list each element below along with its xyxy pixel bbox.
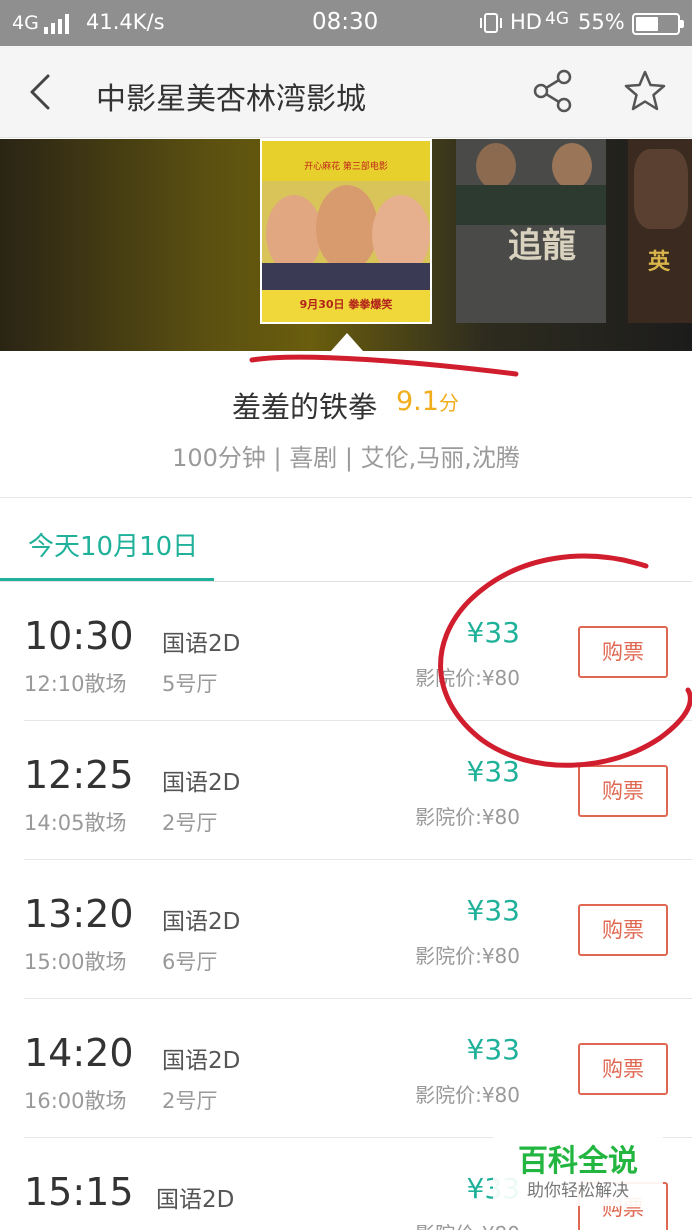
poster-carousel[interactable]: 开心麻花 第三部电影 9月30日 拳拳爆笑 追龍 英 [0, 139, 692, 351]
end-time: 16:00散场 [24, 1089, 127, 1113]
battery-percent: 55% [578, 10, 625, 34]
poster-suits [456, 185, 606, 225]
cinema-price: 影院价:¥80 [415, 944, 520, 968]
page-title: 中影星美杏林湾影城 [96, 82, 366, 117]
poster-face [476, 143, 516, 189]
price: ¥33 [466, 894, 520, 927]
language-format: 国语2D [162, 1048, 241, 1074]
hall: 5号厅 [162, 672, 218, 696]
chevron-left-icon[interactable] [22, 70, 62, 114]
hall: 6号厅 [162, 950, 218, 974]
poster-top-text: 开心麻花 第三部电影 [304, 162, 388, 172]
language-format: 国语2D [162, 770, 241, 796]
hall: 2号厅 [162, 811, 218, 835]
end-time: 12:10散场 [24, 672, 127, 696]
hall: 2号厅 [162, 1089, 218, 1113]
status-bar: 4G 41.4K/s 08:30 HD 4G 55% [0, 0, 692, 46]
poster-face [634, 149, 688, 229]
poster-bottom-text: 9月30日 拳拳爆笑 [299, 298, 393, 311]
score-unit: 分 [438, 391, 459, 415]
language-format: 国语2D [162, 631, 241, 657]
poster-2[interactable]: 追龍 [456, 139, 606, 323]
buy-ticket-button[interactable]: 购票 [578, 765, 668, 817]
tab-label: 今天10月10日 [28, 532, 199, 562]
start-time: 14:20 [24, 1031, 134, 1075]
cinema-price: 影院价:¥80 [415, 666, 520, 690]
selected-pointer [331, 333, 363, 351]
network-speed: 41.4K/s [86, 10, 165, 34]
buy-ticket-button[interactable]: 购票 [578, 626, 668, 678]
end-time: 14:05散场 [24, 811, 127, 835]
language-format: 国语2D [156, 1187, 235, 1213]
network-type-2: 4G [545, 9, 569, 29]
star-icon[interactable] [622, 68, 668, 114]
showtime-row[interactable]: 10:30 12:10散场 国语2D 5号厅 ¥33 影院价:¥80 购票 [0, 582, 692, 721]
price: ¥33 [466, 1033, 520, 1066]
movie-score: 9.1分 [396, 386, 459, 417]
start-time: 10:30 [24, 614, 134, 658]
poster-selected[interactable]: 开心麻花 第三部电影 9月30日 拳拳爆笑 [260, 139, 432, 324]
language-format: 国语2D [162, 909, 241, 935]
poster-face [266, 195, 322, 273]
annotation-underline [249, 354, 519, 377]
watermark: 百科全说 助你轻松解决 [493, 1130, 663, 1206]
poster-bottom-band: 9月30日 拳拳爆笑 [262, 290, 430, 322]
start-time: 15:15 [24, 1170, 134, 1214]
cinema-price: 影院价:¥80 [415, 1218, 520, 1230]
signal-icon [44, 12, 74, 34]
network-type: 4G [12, 12, 39, 34]
buy-ticket-button[interactable]: 购票 [578, 1043, 668, 1095]
score-value: 9.1 [396, 386, 439, 417]
cinema-price: 影院价:¥80 [415, 1083, 520, 1107]
status-time: 08:30 [312, 9, 379, 35]
poster-title: 英 [648, 250, 671, 275]
app-header: 中影星美杏林湾影城 [0, 46, 692, 138]
watermark-title: 百科全说 [518, 1144, 638, 1179]
poster-face [552, 143, 592, 189]
showtime-row[interactable]: 12:25 14:05散场 国语2D 2号厅 ¥33 影院价:¥80 购票 [0, 721, 692, 860]
hd-indicator: HD [510, 10, 542, 34]
poster-face [316, 185, 378, 271]
showtime-row[interactable]: 14:20 16:00散场 国语2D 2号厅 ¥33 影院价:¥80 购票 [0, 999, 692, 1138]
showtime-row[interactable]: 13:20 15:00散场 国语2D 6号厅 ¥33 影院价:¥80 购票 [0, 860, 692, 999]
poster-3[interactable]: 英 [628, 139, 692, 323]
movie-meta: 100分钟 | 喜剧 | 艾伦,马丽,沈腾 [172, 444, 520, 472]
poster-title: 追龍 [508, 226, 576, 266]
watermark-subtitle: 助你轻松解决 [527, 1181, 629, 1201]
price: ¥33 [466, 755, 520, 788]
battery-icon [632, 13, 684, 35]
share-icon[interactable] [530, 68, 576, 114]
start-time: 13:20 [24, 892, 134, 936]
start-time: 12:25 [24, 753, 134, 797]
cinema-price: 影院价:¥80 [415, 805, 520, 829]
price: ¥33 [466, 616, 520, 649]
movie-title: 羞羞的铁拳 [232, 390, 378, 424]
end-time: 15:00散场 [24, 950, 127, 974]
tab-today[interactable]: 今天10月10日 [0, 498, 214, 582]
vibrate-icon [480, 13, 502, 33]
buy-ticket-button[interactable]: 购票 [578, 904, 668, 956]
